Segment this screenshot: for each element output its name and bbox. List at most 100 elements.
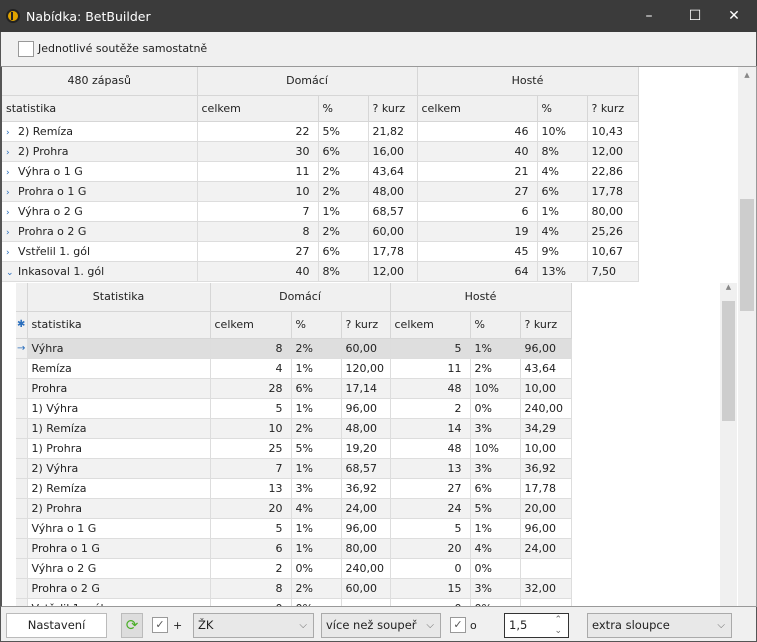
row-indicator-header xyxy=(16,283,28,312)
cell: 48 xyxy=(390,378,471,399)
value-spinner[interactable]: 1,5 ⌃ ⌄ xyxy=(504,613,569,638)
table-row[interactable]: › 2) Prohra 30 6% 16,00 40 8% 12,00 xyxy=(2,141,639,162)
table-row[interactable]: › Výhra o 1 G 11 2% 43,64 21 4% 22,86 xyxy=(2,161,639,182)
expand-icon[interactable]: › xyxy=(6,188,14,198)
expand-icon[interactable]: › xyxy=(6,228,14,238)
column-header[interactable]: % xyxy=(318,95,369,122)
row-indicator xyxy=(16,498,28,519)
table-row[interactable]: ⌄ Inkasoval 1. gól 40 8% 12,00 64 13% 7,50 xyxy=(2,261,639,282)
column-header[interactable]: ? kurz xyxy=(368,95,418,122)
cell: 48 xyxy=(390,438,471,459)
cell-text: 9% xyxy=(541,244,559,258)
table-row[interactable]: Výhra o 1 G 5 1% 96,00 5 1% 96,00 xyxy=(16,518,572,539)
column-header[interactable]: celkem xyxy=(417,95,538,122)
table-row[interactable]: › Prohra o 2 G 8 2% 60,00 19 4% 25,26 xyxy=(2,221,639,242)
expand-icon[interactable]: › xyxy=(6,208,14,218)
o-checkbox[interactable]: ✓ xyxy=(450,617,466,633)
extra-columns-select[interactable]: extra sloupce ⌵ xyxy=(587,613,732,638)
cell: Prohra xyxy=(27,378,211,399)
stat-select[interactable]: ŽK ⌵ xyxy=(193,613,314,638)
cell: 7 xyxy=(197,201,319,222)
compare-select[interactable]: více než soupeř ⌵ xyxy=(321,613,441,638)
table-row[interactable]: 1) Výhra 5 1% 96,00 2 0% 240,00 xyxy=(16,398,572,419)
column-header[interactable]: ? kurz xyxy=(341,311,391,339)
column-header[interactable]: statistika xyxy=(27,311,211,339)
column-header[interactable]: % xyxy=(291,311,342,339)
cell: 3% xyxy=(291,478,342,499)
collapse-icon[interactable]: ⌄ xyxy=(6,268,14,278)
cell: 17,14 xyxy=(341,378,391,399)
separate-competitions-checkbox[interactable] xyxy=(18,41,34,57)
column-header[interactable]: % xyxy=(537,95,588,122)
inner-scrollbar-thumb[interactable] xyxy=(722,301,735,421)
table-row[interactable]: Prohra o 1 G 6 1% 80,00 20 4% 24,00 xyxy=(16,538,572,559)
cell-text: 21 xyxy=(514,164,529,178)
row-indicator xyxy=(16,558,28,579)
cell-text: 17,78 xyxy=(372,244,405,258)
cell: › Prohra o 2 G xyxy=(2,221,198,242)
table-row[interactable]: → Výhra 8 2% 60,00 5 1% 96,00 xyxy=(16,338,572,359)
table-row[interactable]: Výhra o 2 G 2 0% 240,00 0 0% xyxy=(16,558,572,579)
table-row[interactable]: Prohra o 2 G 8 2% 60,00 15 3% 32,00 xyxy=(16,578,572,599)
column-header[interactable]: celkem xyxy=(197,95,319,122)
close-button[interactable]: ✕ xyxy=(711,0,757,32)
cell-text: Prohra o 2 G xyxy=(18,224,87,238)
table-row[interactable]: › 2) Remíza 22 5% 21,82 46 10% 10,43 xyxy=(2,121,639,142)
table-row[interactable]: 2) Prohra 20 4% 24,00 24 5% 20,00 xyxy=(16,498,572,519)
table-row[interactable]: 1) Remíza 10 2% 48,00 14 3% 34,29 xyxy=(16,418,572,439)
cell: 2) Remíza xyxy=(27,478,211,499)
table-row[interactable]: Prohra 28 6% 17,14 48 10% 10,00 xyxy=(16,378,572,399)
table-row[interactable]: 1) Prohra 25 5% 19,20 48 10% 10,00 xyxy=(16,438,572,459)
column-header[interactable]: celkem xyxy=(390,311,471,339)
value-spinner-value: 1,5 xyxy=(509,618,528,632)
cell-text: 27 xyxy=(295,244,310,258)
inner-table: Statistika Domácí Hosté ✱ statistika celkem%?… xyxy=(16,283,572,606)
cell: 240,00 xyxy=(341,558,391,579)
column-header[interactable]: ? kurz xyxy=(520,311,572,339)
row-indicator xyxy=(16,418,28,439)
inner-scrollbar[interactable]: ▲ xyxy=(720,283,737,606)
column-header[interactable]: celkem xyxy=(210,311,292,339)
settings-button[interactable]: Nastavení xyxy=(6,613,107,638)
cell: 2% xyxy=(318,181,369,202)
minimize-button[interactable]: – xyxy=(626,0,672,32)
group-header: Hosté xyxy=(417,67,639,96)
cell-text: 4% xyxy=(541,164,559,178)
plus-checkbox[interactable]: ✓ xyxy=(152,617,168,633)
table-row[interactable]: Remíza 4 1% 120,00 11 2% 43,64 xyxy=(16,358,572,379)
table-row[interactable]: › Prohra o 1 G 10 2% 48,00 27 6% 17,78 xyxy=(2,181,639,202)
column-header[interactable]: % xyxy=(470,311,521,339)
column-header[interactable]: ? kurz xyxy=(587,95,639,122)
table-row[interactable]: › Vstřelil 1. gól 27 6% 17,78 45 9% 10,67 xyxy=(2,241,639,262)
table-row[interactable]: Vstřelil 1. gól00%00% xyxy=(16,598,572,606)
cell: 19,20 xyxy=(341,438,391,459)
expand-icon[interactable]: › xyxy=(6,128,14,138)
expand-icon[interactable]: › xyxy=(6,148,14,158)
column-header[interactable]: statistika xyxy=(2,95,198,122)
cell: 80,00 xyxy=(341,538,391,559)
outer-scrollbar-thumb[interactable] xyxy=(740,199,754,311)
outer-scrollbar[interactable]: ▲ xyxy=(738,67,756,606)
bottom-bar: Nastavení ⟳ ✓ + ŽK ⌵ více než soupeř ⌵ ✓ o… xyxy=(0,607,757,642)
table-row[interactable]: › Výhra o 2 G 7 1% 68,57 6 1% 80,00 xyxy=(2,201,639,222)
spinner-arrows-icon[interactable]: ⌃ ⌄ xyxy=(554,615,562,637)
chevron-down-icon: ⌵ xyxy=(299,620,307,631)
expand-icon[interactable]: › xyxy=(6,168,14,178)
refresh-icon[interactable]: ⟳ xyxy=(121,613,143,638)
cell-text: Výhra o 1 G xyxy=(18,164,83,178)
cell: 1% xyxy=(291,458,342,479)
cell: 120,00 xyxy=(341,358,391,379)
expand-icon[interactable]: › xyxy=(6,248,14,258)
outer-table: 480 zápasů Domácí Hosté statistika celkem%? … xyxy=(2,67,639,282)
cell: 10 xyxy=(197,181,319,202)
cell: 24,00 xyxy=(520,538,572,559)
cell: 17,78 xyxy=(587,181,639,202)
cell: 12,00 xyxy=(368,261,418,282)
cell: 36,92 xyxy=(520,458,572,479)
cell: 30 xyxy=(197,141,319,162)
cell: › Prohra o 1 G xyxy=(2,181,198,202)
table-row[interactable]: 2) Výhra 7 1% 68,57 13 3% 36,92 xyxy=(16,458,572,479)
cell: 0% xyxy=(470,398,521,419)
cell: 10% xyxy=(537,121,588,142)
table-row[interactable]: 2) Remíza 13 3% 36,92 27 6% 17,78 xyxy=(16,478,572,499)
